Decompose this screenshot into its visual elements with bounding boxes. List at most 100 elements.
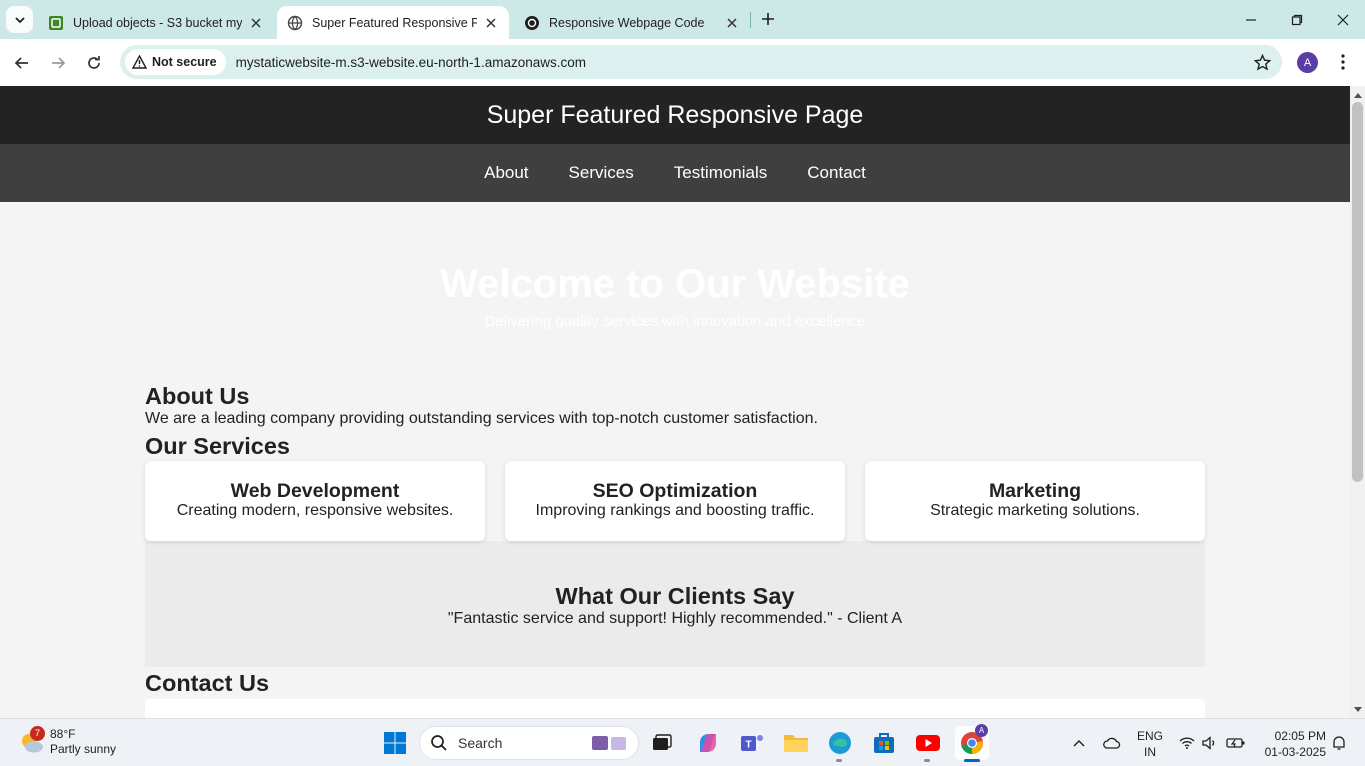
youtube-icon[interactable] — [914, 729, 942, 757]
page-viewport: Super Featured Responsive Page About Ser… — [0, 86, 1350, 718]
chatgpt-icon — [524, 15, 540, 31]
hero-title: Welcome to Our Website — [440, 262, 910, 306]
system-clock[interactable]: 02:05 PM 01-03-2025 — [1256, 728, 1326, 760]
start-button[interactable] — [381, 729, 409, 757]
language-line-2: IN — [1144, 745, 1156, 759]
weather-temp: 88°F — [50, 727, 76, 741]
more-vertical-icon — [1341, 54, 1345, 70]
scrollbar-thumb[interactable] — [1352, 102, 1363, 482]
show-hidden-icons-button[interactable] — [1068, 719, 1090, 766]
search-placeholder: Search — [458, 735, 503, 751]
testimonial-quote: "Fantastic service and support! Highly r… — [447, 610, 903, 627]
hero-section: Welcome to Our Website Delivering qualit… — [0, 202, 1350, 382]
star-icon — [1253, 53, 1271, 71]
bookmark-button[interactable] — [1252, 52, 1272, 72]
windows-logo-icon — [384, 732, 406, 754]
language-indicator[interactable]: ENG IN — [1134, 728, 1166, 760]
close-icon[interactable] — [248, 15, 264, 31]
tab-upload-objects[interactable]: Upload objects - S3 bucket mys — [38, 6, 274, 39]
arrow-left-icon — [14, 57, 28, 69]
page-scrollbar[interactable] — [1350, 86, 1365, 718]
teams-icon[interactable]: T — [738, 729, 766, 757]
service-title: Web Development — [230, 480, 400, 502]
close-icon[interactable] — [724, 15, 740, 31]
onedrive-icon[interactable] — [1100, 719, 1124, 766]
nav-link-services[interactable]: Services — [569, 163, 634, 183]
chrome-icon[interactable]: A — [955, 724, 989, 760]
nav-link-testimonials[interactable]: Testimonials — [674, 163, 768, 183]
edge-icon[interactable] — [826, 729, 854, 757]
wifi-icon[interactable] — [1176, 719, 1198, 766]
restore-icon — [1291, 14, 1303, 25]
scroll-down-icon[interactable] — [1353, 705, 1362, 714]
browser-menu-button[interactable] — [1333, 51, 1353, 73]
weather-condition: Partly sunny — [50, 742, 117, 756]
services-list: Web Development Creating modern, respons… — [145, 461, 1205, 541]
nav-link-about[interactable]: About — [484, 163, 528, 183]
back-button[interactable] — [8, 49, 36, 77]
taskbar-search[interactable]: Search — [419, 726, 639, 760]
service-description: Improving rankings and boosting traffic. — [535, 502, 815, 519]
task-view-icon[interactable] — [648, 729, 676, 757]
services-heading: Our Services — [145, 433, 291, 459]
tab-super-featured[interactable]: Super Featured Responsive Pag — [277, 6, 509, 39]
language-line-1: ENG — [1136, 729, 1163, 743]
chevron-up-icon — [1073, 740, 1085, 747]
reload-button[interactable] — [80, 49, 108, 77]
address-bar[interactable]: Not secure mystaticwebsite-m.s3-website.… — [120, 45, 1282, 79]
microsoft-store-icon[interactable] — [870, 729, 898, 757]
service-card: Marketing Strategic marketing solutions. — [865, 461, 1205, 541]
about-section: About Us We are a leading company provid… — [145, 382, 1205, 428]
service-title: SEO Optimization — [592, 480, 758, 502]
contact-heading: Contact Us — [145, 670, 270, 696]
copilot-icon[interactable] — [694, 729, 722, 757]
clock-time: 02:05 PM — [1274, 729, 1326, 743]
notifications-icon[interactable] — [1330, 719, 1348, 766]
forward-button[interactable] — [44, 49, 72, 77]
tab-responsive-code[interactable]: Responsive Webpage Code — [514, 6, 750, 39]
service-title: Marketing — [988, 480, 1082, 502]
profile-avatar[interactable]: A — [1297, 52, 1318, 73]
s3-bucket-icon — [48, 15, 64, 31]
security-label: Not secure — [152, 55, 217, 69]
restore-button[interactable] — [1274, 0, 1320, 39]
site-header: Super Featured Responsive Page — [0, 86, 1350, 144]
tab-strip: Upload objects - S3 bucket mys Super Fea… — [0, 0, 1365, 39]
battery-icon[interactable] — [1224, 719, 1248, 766]
running-indicator — [924, 759, 930, 762]
minimize-button[interactable] — [1228, 0, 1274, 39]
search-highlight-icon — [592, 736, 626, 750]
windows-taskbar: 7 88°F Partly sunny Search T A ENG IN 02… — [0, 718, 1365, 766]
active-indicator — [964, 759, 980, 762]
weather-badge: 7 — [30, 726, 45, 741]
site-security-chip[interactable]: Not secure — [125, 49, 226, 75]
hero-subtitle: Delivering quality services with innovat… — [484, 313, 866, 330]
tab-search-button[interactable] — [6, 6, 33, 33]
close-window-button[interactable] — [1320, 0, 1365, 39]
weather-widget[interactable]: 7 88°F Partly sunny — [18, 726, 116, 757]
file-explorer-icon[interactable] — [782, 729, 810, 757]
about-heading: About Us — [145, 383, 250, 409]
new-tab-button[interactable] — [757, 8, 779, 30]
service-description: Strategic marketing solutions. — [930, 502, 1140, 519]
service-card: SEO Optimization Improving rankings and … — [505, 461, 845, 541]
search-icon — [431, 735, 447, 751]
volume-icon[interactable] — [1199, 719, 1221, 766]
tab-title: Upload objects - S3 bucket mys — [73, 15, 242, 30]
service-description: Creating modern, responsive websites. — [176, 502, 454, 519]
url-text[interactable]: mystaticwebsite-m.s3-website.eu-north-1.… — [236, 55, 586, 70]
contact-form — [145, 699, 1205, 718]
site-nav: About Services Testimonials Contact — [0, 144, 1350, 202]
weather-text: 88°F Partly sunny — [50, 727, 116, 757]
chevron-down-icon — [14, 16, 25, 23]
testimonials-heading: What Our Clients Say — [555, 583, 795, 609]
plus-icon — [762, 13, 774, 25]
close-icon[interactable] — [483, 15, 499, 31]
main-content: About Us We are a leading company provid… — [145, 382, 1205, 718]
nav-link-contact[interactable]: Contact — [807, 163, 866, 183]
chrome-profile-badge: A — [975, 724, 988, 737]
running-indicator — [836, 759, 842, 762]
minimize-icon — [1246, 18, 1256, 21]
site-title: Super Featured Responsive Page — [486, 100, 864, 129]
scroll-up-icon[interactable] — [1353, 90, 1362, 99]
